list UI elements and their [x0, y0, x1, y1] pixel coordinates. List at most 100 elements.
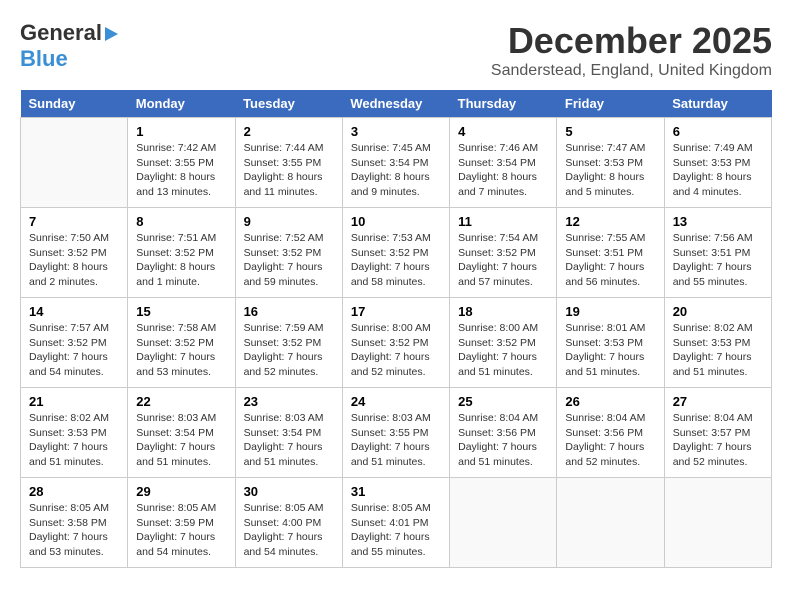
day-number: 24 [351, 394, 441, 409]
day-number: 10 [351, 214, 441, 229]
day-number: 15 [136, 304, 226, 319]
day-info: Sunrise: 7:59 AMSunset: 3:52 PMDaylight:… [244, 321, 334, 380]
day-number: 1 [136, 124, 226, 139]
calendar-cell: 25 Sunrise: 8:04 AMSunset: 3:56 PMDayligh… [450, 388, 557, 478]
day-number: 31 [351, 484, 441, 499]
calendar-cell: 27 Sunrise: 8:04 AMSunset: 3:57 PMDayligh… [664, 388, 771, 478]
day-number: 7 [29, 214, 119, 229]
calendar-header-row: SundayMondayTuesdayWednesdayThursdayFrid… [21, 90, 772, 118]
calendar-cell: 16 Sunrise: 7:59 AMSunset: 3:52 PMDayligh… [235, 298, 342, 388]
day-number: 23 [244, 394, 334, 409]
day-number: 5 [565, 124, 655, 139]
day-info: Sunrise: 8:01 AMSunset: 3:53 PMDaylight:… [565, 321, 655, 380]
calendar-week-2: 7 Sunrise: 7:50 AMSunset: 3:52 PMDaylight… [21, 208, 772, 298]
calendar-cell: 23 Sunrise: 8:03 AMSunset: 3:54 PMDayligh… [235, 388, 342, 478]
weekday-header-thursday: Thursday [450, 90, 557, 118]
day-info: Sunrise: 7:52 AMSunset: 3:52 PMDaylight:… [244, 231, 334, 290]
day-info: Sunrise: 7:55 AMSunset: 3:51 PMDaylight:… [565, 231, 655, 290]
calendar-cell: 29 Sunrise: 8:05 AMSunset: 3:59 PMDayligh… [128, 478, 235, 568]
day-number: 25 [458, 394, 548, 409]
calendar-cell: 30Sunrise: 8:05 AMSunset: 4:00 PMDayligh… [235, 478, 342, 568]
calendar-week-4: 21 Sunrise: 8:02 AMSunset: 3:53 PMDayligh… [21, 388, 772, 478]
calendar-cell: 3Sunrise: 7:45 AMSunset: 3:54 PMDaylight… [342, 118, 449, 208]
month-title: December 2025 [491, 20, 772, 62]
calendar-cell: 11Sunrise: 7:54 AMSunset: 3:52 PMDayligh… [450, 208, 557, 298]
calendar-cell: 8 Sunrise: 7:51 AMSunset: 3:52 PMDaylight… [128, 208, 235, 298]
day-number: 29 [136, 484, 226, 499]
day-info: Sunrise: 8:03 AMSunset: 3:54 PMDaylight:… [244, 411, 334, 470]
day-number: 18 [458, 304, 548, 319]
calendar-table: SundayMondayTuesdayWednesdayThursdayFrid… [20, 90, 772, 568]
calendar-cell: 7 Sunrise: 7:50 AMSunset: 3:52 PMDaylight… [21, 208, 128, 298]
day-info: Sunrise: 8:02 AMSunset: 3:53 PMDaylight:… [29, 411, 119, 470]
calendar-cell: 5Sunrise: 7:47 AMSunset: 3:53 PMDaylight… [557, 118, 664, 208]
page-header: General Blue December 2025 Sanderstead, … [20, 20, 772, 80]
calendar-cell: 26 Sunrise: 8:04 AMSunset: 3:56 PMDayligh… [557, 388, 664, 478]
day-info: Sunrise: 7:56 AMSunset: 3:51 PMDaylight:… [673, 231, 763, 290]
day-info: Sunrise: 8:04 AMSunset: 3:56 PMDaylight:… [565, 411, 655, 470]
day-info: Sunrise: 8:05 AMSunset: 3:59 PMDaylight:… [136, 501, 226, 560]
calendar-cell: 6Sunrise: 7:49 AMSunset: 3:53 PMDaylight… [664, 118, 771, 208]
day-info: Sunrise: 7:44 AMSunset: 3:55 PMDaylight:… [244, 141, 334, 200]
logo: General Blue [20, 20, 118, 72]
calendar-cell: 20 Sunrise: 8:02 AMSunset: 3:53 PMDayligh… [664, 298, 771, 388]
day-info: Sunrise: 7:51 AMSunset: 3:52 PMDaylight:… [136, 231, 226, 290]
calendar-cell: 4Sunrise: 7:46 AMSunset: 3:54 PMDaylight… [450, 118, 557, 208]
calendar-cell: 21 Sunrise: 8:02 AMSunset: 3:53 PMDayligh… [21, 388, 128, 478]
calendar-cell: 19 Sunrise: 8:01 AMSunset: 3:53 PMDayligh… [557, 298, 664, 388]
title-block: December 2025 Sanderstead, England, Unit… [491, 20, 772, 80]
calendar-cell: 10Sunrise: 7:53 AMSunset: 3:52 PMDayligh… [342, 208, 449, 298]
day-number: 28 [29, 484, 119, 499]
day-info: Sunrise: 8:05 AMSunset: 4:01 PMDaylight:… [351, 501, 441, 560]
day-number: 16 [244, 304, 334, 319]
day-number: 2 [244, 124, 334, 139]
logo-arrow-icon [105, 27, 118, 41]
calendar-cell: 13Sunrise: 7:56 AMSunset: 3:51 PMDayligh… [664, 208, 771, 298]
calendar-cell: 28Sunrise: 8:05 AMSunset: 3:58 PMDayligh… [21, 478, 128, 568]
day-number: 30 [244, 484, 334, 499]
calendar-cell: 1 Sunrise: 7:42 AMSunset: 3:55 PMDaylight… [128, 118, 235, 208]
weekday-header-sunday: Sunday [21, 90, 128, 118]
day-number: 17 [351, 304, 441, 319]
calendar-cell: 9 Sunrise: 7:52 AMSunset: 3:52 PMDaylight… [235, 208, 342, 298]
day-number: 26 [565, 394, 655, 409]
calendar-cell: 14 Sunrise: 7:57 AMSunset: 3:52 PMDayligh… [21, 298, 128, 388]
day-number: 21 [29, 394, 119, 409]
day-info: Sunrise: 8:03 AMSunset: 3:54 PMDaylight:… [136, 411, 226, 470]
day-info: Sunrise: 8:02 AMSunset: 3:53 PMDaylight:… [673, 321, 763, 380]
day-number: 22 [136, 394, 226, 409]
logo-blue-text: Blue [20, 46, 68, 71]
day-number: 20 [673, 304, 763, 319]
day-info: Sunrise: 8:04 AMSunset: 3:56 PMDaylight:… [458, 411, 548, 470]
calendar-cell: 31 Sunrise: 8:05 AMSunset: 4:01 PMDayligh… [342, 478, 449, 568]
day-number: 19 [565, 304, 655, 319]
calendar-cell: 18 Sunrise: 8:00 AMSunset: 3:52 PMDayligh… [450, 298, 557, 388]
day-number: 3 [351, 124, 441, 139]
calendar-week-5: 28Sunrise: 8:05 AMSunset: 3:58 PMDayligh… [21, 478, 772, 568]
day-number: 8 [136, 214, 226, 229]
calendar-cell: 12Sunrise: 7:55 AMSunset: 3:51 PMDayligh… [557, 208, 664, 298]
day-info: Sunrise: 7:46 AMSunset: 3:54 PMDaylight:… [458, 141, 548, 200]
day-info: Sunrise: 8:00 AMSunset: 3:52 PMDaylight:… [351, 321, 441, 380]
calendar-cell [450, 478, 557, 568]
day-number: 9 [244, 214, 334, 229]
day-number: 11 [458, 214, 548, 229]
calendar-cell: 15Sunrise: 7:58 AMSunset: 3:52 PMDayligh… [128, 298, 235, 388]
weekday-header-monday: Monday [128, 90, 235, 118]
day-info: Sunrise: 8:03 AMSunset: 3:55 PMDaylight:… [351, 411, 441, 470]
weekday-header-wednesday: Wednesday [342, 90, 449, 118]
calendar-cell: 24 Sunrise: 8:03 AMSunset: 3:55 PMDayligh… [342, 388, 449, 478]
day-number: 14 [29, 304, 119, 319]
day-info: Sunrise: 8:04 AMSunset: 3:57 PMDaylight:… [673, 411, 763, 470]
day-info: Sunrise: 7:57 AMSunset: 3:52 PMDaylight:… [29, 321, 119, 380]
day-info: Sunrise: 7:42 AMSunset: 3:55 PMDaylight:… [136, 141, 226, 200]
day-info: Sunrise: 7:50 AMSunset: 3:52 PMDaylight:… [29, 231, 119, 290]
calendar-cell [664, 478, 771, 568]
calendar-cell: 22 Sunrise: 8:03 AMSunset: 3:54 PMDayligh… [128, 388, 235, 478]
weekday-header-saturday: Saturday [664, 90, 771, 118]
day-info: Sunrise: 8:00 AMSunset: 3:52 PMDaylight:… [458, 321, 548, 380]
logo-text: General [20, 20, 102, 46]
day-number: 6 [673, 124, 763, 139]
calendar-body: 1 Sunrise: 7:42 AMSunset: 3:55 PMDaylight… [21, 118, 772, 568]
day-number: 27 [673, 394, 763, 409]
